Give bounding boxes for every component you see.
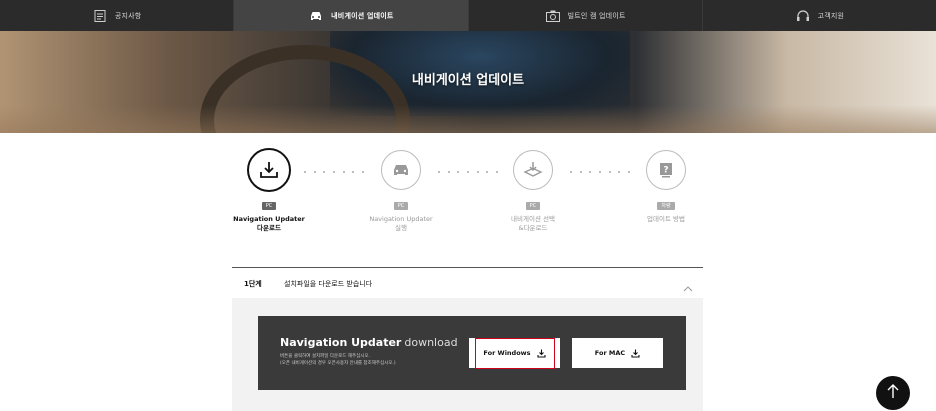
top-navigation: 공지사항 내비게이션 업데이트 빌트인 캠 업데이트 고객지원 xyxy=(0,0,936,31)
step-connector xyxy=(570,170,630,174)
step-label-line1: 내비게이션 선택 xyxy=(511,215,555,223)
download-heading: Navigation Updater download xyxy=(280,336,458,349)
step-1[interactable]: PC Navigation Updater 다운로드 xyxy=(227,148,311,233)
download-icon xyxy=(631,349,640,358)
step-label-line1: Navigation Updater xyxy=(233,215,305,223)
step-badge: PC xyxy=(261,202,277,210)
step-connector xyxy=(438,170,498,174)
step-label: 내비게이션 선택 &다운로드 xyxy=(491,215,575,233)
tab-navigation-update[interactable]: 내비게이션 업데이트 xyxy=(234,0,469,31)
headset-icon xyxy=(795,8,811,24)
tab-customer-support[interactable]: 고객지원 xyxy=(703,0,936,31)
step-2[interactable]: PC Navigation Updater 실행 xyxy=(359,150,443,233)
download-mac-button[interactable]: For MAC xyxy=(572,338,663,368)
accordion-step-number: 1단계 xyxy=(244,280,262,288)
arrow-up-icon xyxy=(886,383,900,403)
accordion-title: 설치파일을 다운로드 받습니다 xyxy=(284,280,373,288)
step-label-line2: 실행 xyxy=(395,224,407,232)
download-heading-bold: Navigation Updater xyxy=(280,336,402,349)
tab-label: 내비게이션 업데이트 xyxy=(331,11,394,20)
step-badge: PC xyxy=(393,202,409,210)
step-label: Navigation Updater 다운로드 xyxy=(227,215,311,233)
download-box: Navigation Updater download 버튼을 클릭하여 설치파일… xyxy=(258,316,686,390)
accordion-header[interactable]: 1단계 설치파일을 다운로드 받습니다 xyxy=(232,268,703,298)
step-label-line2: 다운로드 xyxy=(257,224,281,232)
notice-icon xyxy=(92,8,108,24)
download-windows-button[interactable]: For Windows xyxy=(469,338,560,369)
help-icon: ? xyxy=(646,150,686,190)
download-heading-light: download xyxy=(404,336,458,349)
tab-label: 공지사항 xyxy=(114,11,142,20)
tab-label: 고객지원 xyxy=(817,11,845,20)
download-note: 버튼을 클릭하여 설치파일 다운로드 해주십시오. (오픈 내비게이션의 경우 … xyxy=(280,353,450,367)
step-label-line1: Navigation Updater xyxy=(369,215,433,223)
step-3[interactable]: PC 내비게이션 선택 &다운로드 xyxy=(491,150,575,233)
page-title: 내비게이션 업데이트 xyxy=(411,73,525,88)
download-panel: Navigation Updater download 버튼을 클릭하여 설치파일… xyxy=(232,298,703,411)
camera-icon xyxy=(545,8,561,24)
download-icon xyxy=(247,148,291,192)
tab-builtin-cam-update[interactable]: 빌트인 캠 업데이트 xyxy=(469,0,703,31)
step-label: Navigation Updater 실행 xyxy=(359,215,443,233)
car-icon xyxy=(308,8,324,24)
step-label-line2: &다운로드 xyxy=(518,224,548,232)
tab-notice[interactable]: 공지사항 xyxy=(0,0,235,31)
car-icon xyxy=(381,150,421,190)
chevron-up-icon[interactable] xyxy=(683,278,693,292)
back-to-top-button[interactable] xyxy=(876,376,910,410)
step-label-line1: 업데이트 방법 xyxy=(647,215,685,223)
download-note-line2: (오픈 내비게이션의 경우 오픈사용자 안내를 참조해주십시오.) xyxy=(280,361,396,366)
step-badge: PC xyxy=(525,202,541,210)
step-4[interactable]: ? 차량 업데이트 방법 xyxy=(624,150,708,224)
hero-banner: 내비게이션 업데이트 xyxy=(0,31,936,133)
map-download-icon xyxy=(513,150,553,190)
step-label: 업데이트 방법 xyxy=(624,215,708,224)
highlight-frame xyxy=(475,338,555,369)
tab-label: 빌트인 캠 업데이트 xyxy=(567,11,626,20)
svg-text:?: ? xyxy=(663,166,668,176)
mac-label: For MAC xyxy=(594,349,626,357)
update-steps: PC Navigation Updater 다운로드 PC Navigation… xyxy=(222,148,702,245)
download-note-line1: 버튼을 클릭하여 설치파일 다운로드 해주십시오. xyxy=(280,354,370,359)
step-badge: 차량 xyxy=(657,202,675,210)
step-connector xyxy=(304,170,364,174)
hero-shade xyxy=(0,105,936,133)
